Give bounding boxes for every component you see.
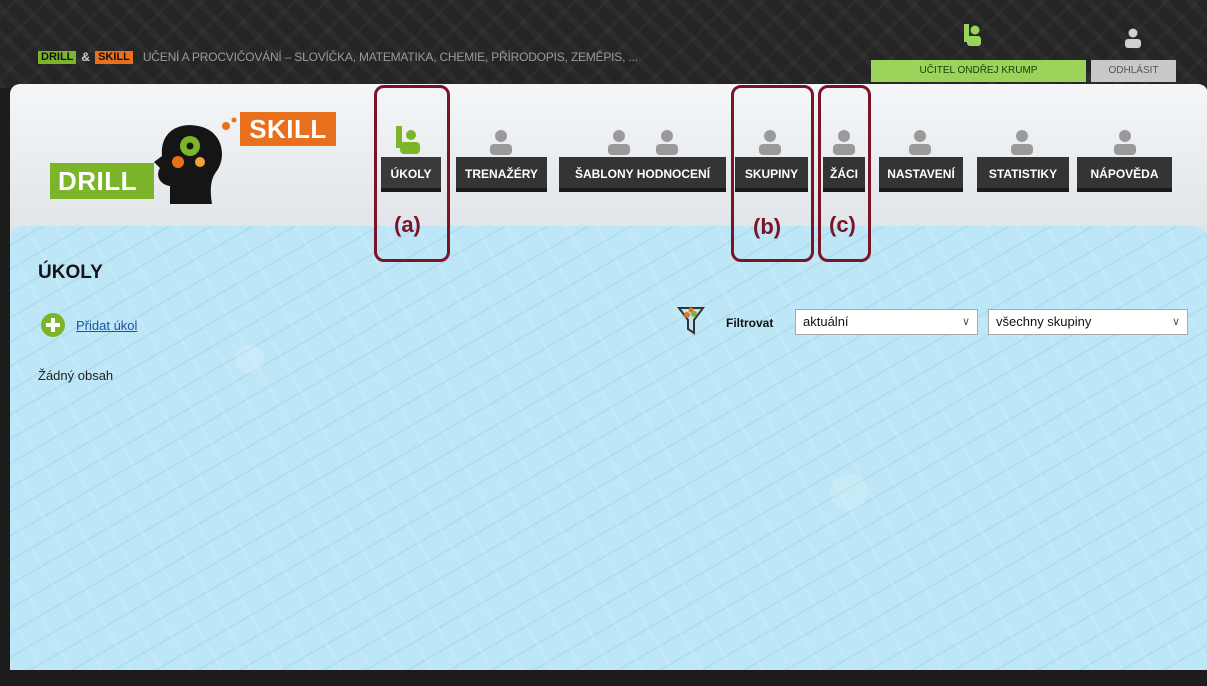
settings-person-icon (909, 130, 931, 155)
statistics-person-icon (1011, 130, 1033, 155)
drill-chip: DRILL (38, 50, 77, 64)
logout-person-icon (1125, 28, 1141, 48)
annotation-label-a: (a) (394, 212, 421, 237)
chevron-down-icon: ∨ (961, 316, 970, 328)
filter-funnel-icon (677, 307, 705, 335)
skill-chip: SKILL (95, 50, 133, 64)
ampersand: & (81, 50, 91, 64)
annotation-label-b: (b) (753, 214, 782, 239)
drill-logo: DRILL (50, 163, 154, 199)
tab-trainers[interactable]: TRENAŽÉRY (456, 157, 547, 192)
add-task-row[interactable]: Přidat úkol (40, 312, 137, 338)
help-person-icon (1114, 130, 1136, 155)
group-filter-value: všechny skupiny (996, 314, 1092, 329)
plus-circle-icon[interactable] (40, 312, 66, 338)
status-filter-value: aktuální (803, 314, 849, 329)
teacher-person-icon (964, 24, 981, 46)
empty-state-text: Žádný obsah (38, 368, 114, 383)
brand-line: DRILL & SKILL UČENÍ A PROCVIČOVÁNÍ – SLO… (38, 50, 638, 64)
tab-settings[interactable]: NASTAVENÍ (879, 157, 963, 192)
status-filter-select[interactable]: aktuální ∨ (795, 309, 978, 335)
main-panel (10, 226, 1207, 670)
tab-statistics[interactable]: STATISTIKY (977, 157, 1069, 192)
chevron-down-icon: ∨ (1171, 316, 1180, 328)
page-title: ÚKOLY (38, 262, 103, 283)
logout-button[interactable]: ODHLÁSIT (1091, 60, 1176, 82)
tab-help[interactable]: NÁPOVĚDA (1077, 157, 1172, 192)
bottom-strip (0, 670, 1207, 686)
templates-person-icon-2 (656, 130, 678, 155)
add-task-link[interactable]: Přidat úkol (76, 318, 137, 333)
annotation-label-c: (c) (829, 212, 856, 237)
tagline: UČENÍ A PROCVIČOVÁNÍ – SLOVÍČKA, MATEMAT… (142, 50, 638, 64)
teacher-account-tab[interactable]: UČITEL ONDŘEJ KRUMP (871, 60, 1086, 82)
skill-logo: SKILL (240, 112, 336, 146)
trainers-person-icon (490, 130, 512, 155)
filter-label: Filtrovat (726, 316, 774, 330)
templates-person-icon (608, 130, 630, 155)
tab-evaluation-templates[interactable]: ŠABLONY HODNOCENÍ (559, 157, 726, 192)
group-filter-select[interactable]: všechny skupiny ∨ (988, 309, 1188, 335)
